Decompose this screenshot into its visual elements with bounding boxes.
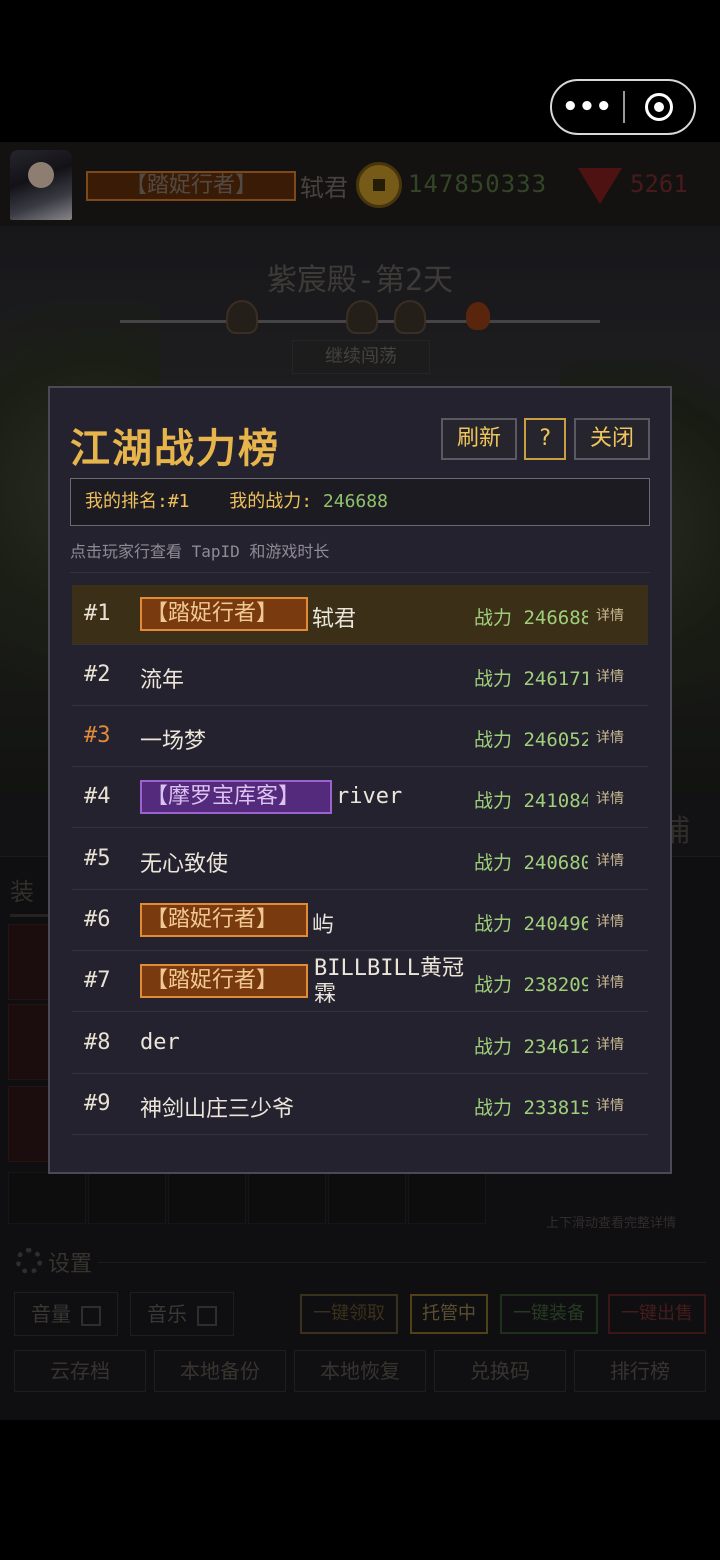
- leaderboard-row[interactable]: #9 神剑山庄三少爷 战力 233815 详情: [72, 1075, 648, 1135]
- more-icon[interactable]: •••: [552, 92, 623, 122]
- my-rank-label: 我的排名:: [85, 491, 168, 512]
- rank-number: #4: [84, 784, 111, 809]
- close-button[interactable]: 关闭: [574, 418, 650, 460]
- rank-number: #9: [84, 1091, 111, 1116]
- power-value: 战力 240496: [474, 913, 588, 935]
- rank-number: #2: [84, 662, 111, 687]
- title-badge: 【摩罗宝库客】: [140, 780, 332, 814]
- player-name: 神剑山庄三少爷: [140, 1097, 295, 1122]
- power-value: 战力 233815: [474, 1097, 588, 1119]
- rank-number: #1: [84, 601, 111, 626]
- leaderboard-row[interactable]: #5 无心致使 战力 240680 详情: [72, 830, 648, 890]
- tip-text: 点击玩家行查看 TapID 和游戏时长: [70, 542, 330, 561]
- rank-number: #6: [84, 907, 111, 932]
- detail-link[interactable]: 详情: [596, 1034, 624, 1054]
- my-rank-box: 我的排名:#1 我的战力: 246688: [70, 478, 650, 526]
- leaderboard-row[interactable]: #6 【踏娖行者】 屿 战力 240496 详情: [72, 891, 648, 951]
- player-name: 屿: [312, 913, 335, 938]
- title-badge: 【踏娖行者】: [140, 903, 308, 937]
- leaderboard-row[interactable]: #8 der 战力 234612 详情: [72, 1014, 648, 1074]
- leaderboard-row[interactable]: #7 【踏娖行者】 BILLBILL黄冠霖 战力 238209 详情: [72, 952, 648, 1012]
- power-value: 战力 246052: [474, 729, 588, 751]
- detail-link[interactable]: 详情: [596, 666, 624, 686]
- my-power-label: 我的战力:: [229, 491, 313, 512]
- player-name: river: [336, 784, 403, 809]
- detail-link[interactable]: 详情: [596, 911, 624, 931]
- refresh-button[interactable]: 刷新: [441, 418, 517, 460]
- help-button[interactable]: ?: [524, 418, 566, 460]
- rank-number: #5: [84, 846, 111, 871]
- rank-number: #3: [84, 723, 111, 748]
- mini-program-capsule: •••: [550, 79, 696, 135]
- my-rank-value: #1: [167, 491, 190, 512]
- detail-link[interactable]: 详情: [596, 1095, 624, 1115]
- power-value: 战力 246171: [474, 668, 588, 690]
- player-name: 一场梦: [140, 729, 207, 754]
- rank-number: #7: [84, 968, 111, 993]
- modal-title: 江湖战力榜: [70, 426, 280, 472]
- power-value: 战力 234612: [474, 1036, 588, 1058]
- leaderboard-row[interactable]: #1 【踏娖行者】 轼君 战力 246688 详情: [72, 585, 648, 645]
- player-name: 轼君: [312, 607, 357, 632]
- divider: [70, 572, 650, 573]
- player-name: der: [140, 1030, 180, 1055]
- rank-number: #8: [84, 1030, 111, 1055]
- player-name: BILLBILL黄冠霖: [314, 956, 464, 1007]
- player-name: 无心致使: [140, 852, 229, 877]
- leaderboard-row[interactable]: #2 流年 战力 246171 详情: [72, 646, 648, 706]
- detail-link[interactable]: 详情: [596, 850, 624, 870]
- power-value: 战力 240680: [474, 852, 588, 874]
- power-value: 战力 246688: [474, 607, 588, 629]
- title-badge: 【踏娖行者】: [140, 964, 308, 998]
- detail-link[interactable]: 详情: [596, 972, 624, 992]
- my-power-value: 246688: [322, 491, 388, 512]
- power-value: 战力 241084: [474, 790, 588, 812]
- close-miniprogram-button[interactable]: [625, 93, 694, 121]
- player-name: 流年: [140, 668, 185, 693]
- detail-link[interactable]: 详情: [596, 788, 624, 808]
- leaderboard-row[interactable]: #3 一场梦 战力 246052 详情: [72, 707, 648, 767]
- detail-link[interactable]: 详情: [596, 605, 624, 625]
- title-badge: 【踏娖行者】: [140, 597, 308, 631]
- leaderboard-row[interactable]: #4 【摩罗宝库客】 river 战力 241084 详情: [72, 768, 648, 828]
- target-icon: [645, 93, 674, 121]
- power-value: 战力 238209: [474, 974, 588, 996]
- detail-link[interactable]: 详情: [596, 727, 624, 747]
